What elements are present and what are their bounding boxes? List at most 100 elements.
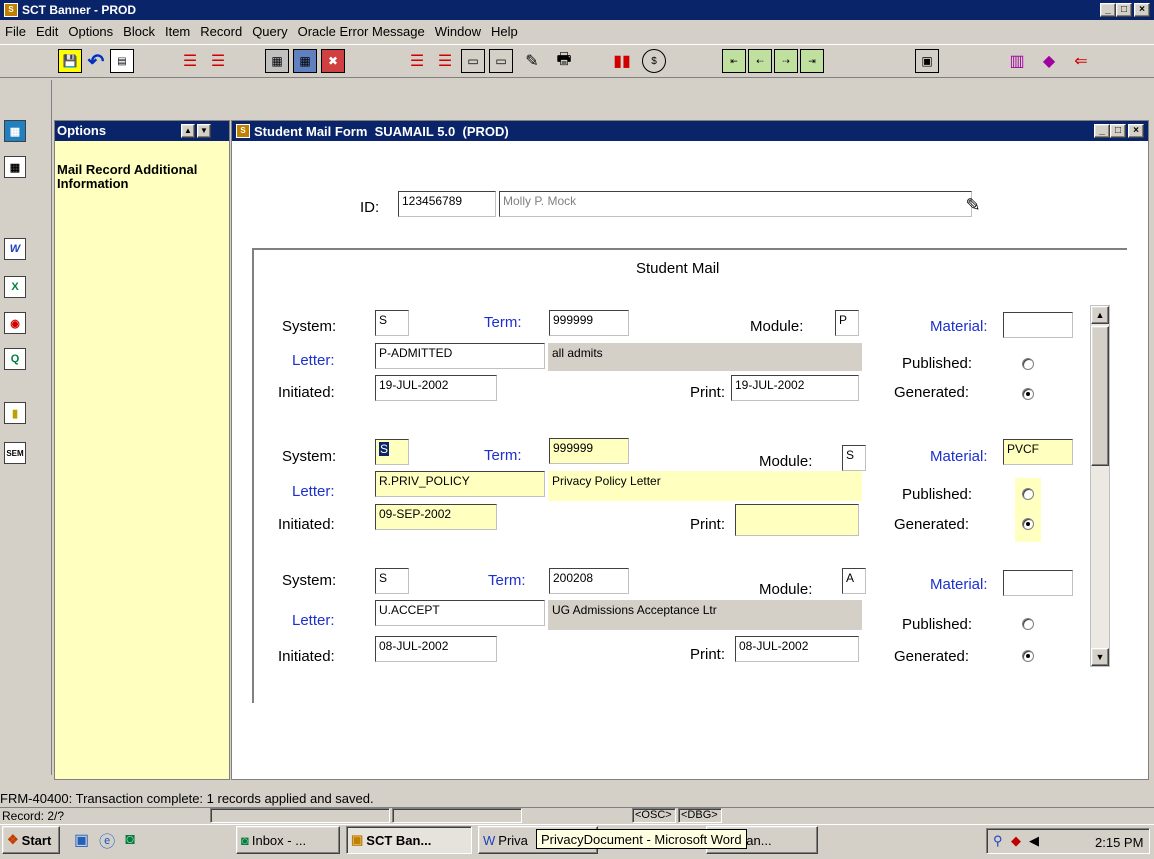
form-title-bar[interactable]: S Student Mail Form SUAMAIL 5.0 (PROD) _…: [232, 121, 1148, 141]
excel-icon[interactable]: X: [4, 276, 26, 298]
ie-icon[interactable]: ⓔ: [99, 828, 115, 852]
material-label[interactable]: Material:: [930, 448, 988, 465]
initiated-field[interactable]: 09-SEP-2002: [375, 504, 497, 530]
print-icon[interactable]: 🖶: [552, 49, 576, 73]
material-field[interactable]: [1003, 570, 1073, 596]
prev-record-icon[interactable]: ☰: [405, 49, 429, 73]
form-maximize-button[interactable]: □: [1110, 124, 1126, 138]
material-label[interactable]: Material:: [930, 318, 988, 335]
delete-record-icon[interactable]: ✖: [321, 49, 345, 73]
print-field[interactable]: 08-JUL-2002: [735, 636, 859, 662]
module-field[interactable]: A: [842, 568, 866, 594]
help-book-icon[interactable]: ◆: [1037, 49, 1061, 73]
minimize-button[interactable]: _: [1100, 3, 1116, 17]
menu-file[interactable]: File: [0, 24, 31, 39]
menu-window[interactable]: Window: [430, 24, 486, 39]
remove-record-icon[interactable]: ▦: [293, 49, 317, 73]
menu-options[interactable]: Options: [63, 24, 118, 39]
menu-block[interactable]: Block: [118, 24, 160, 39]
menu-edit[interactable]: Edit: [31, 24, 63, 39]
module-field[interactable]: P: [835, 310, 859, 336]
app-icon[interactable]: ◙: [125, 831, 135, 849]
term-label[interactable]: Term:: [484, 447, 522, 464]
menu-query[interactable]: Query: [247, 24, 292, 39]
insert-record-icon[interactable]: ▦: [265, 49, 289, 73]
chart-icon[interactable]: ▮▮: [610, 49, 634, 73]
published-radio[interactable]: [1022, 358, 1034, 370]
term-label[interactable]: Term:: [484, 314, 522, 331]
window-icon[interactable]: ▣: [915, 49, 939, 73]
letter-field[interactable]: R.PRIV_POLICY: [375, 471, 545, 497]
search-flashlight-icon[interactable]: ✎: [958, 191, 988, 219]
directory-icon[interactable]: ◉: [4, 312, 26, 334]
print-field[interactable]: [735, 504, 859, 536]
count-query-icon[interactable]: ▭: [461, 49, 485, 73]
next-page-icon[interactable]: ⇢: [774, 49, 798, 73]
menu-help[interactable]: Help: [486, 24, 523, 39]
currency-icon[interactable]: $: [642, 49, 666, 73]
initiated-field[interactable]: 19-JUL-2002: [375, 375, 497, 401]
taskbar-item-inbox[interactable]: ◙ Inbox - ...: [236, 826, 340, 854]
term-field[interactable]: 999999: [549, 310, 629, 336]
options-scroll-up[interactable]: ▲: [181, 124, 195, 138]
letter-label[interactable]: Letter:: [292, 483, 335, 500]
letter-field[interactable]: P-ADMITTED: [375, 343, 545, 369]
letter-field[interactable]: U.ACCEPT: [375, 600, 545, 626]
records-scrollbar[interactable]: ▲ ▼: [1090, 305, 1110, 667]
menu-oracle-error-message[interactable]: Oracle Error Message: [293, 24, 430, 39]
app-title-bar[interactable]: S SCT Banner - PROD _ □ ×: [0, 0, 1154, 20]
sem-icon[interactable]: SEM: [4, 442, 26, 464]
published-radio[interactable]: [1022, 618, 1034, 630]
material-label[interactable]: Material:: [930, 576, 988, 593]
save-icon[interactable]: 💾: [58, 49, 82, 73]
system-field[interactable]: S: [375, 568, 409, 594]
material-field[interactable]: [1003, 312, 1073, 338]
q-globe-icon[interactable]: Q: [4, 348, 26, 370]
word-icon[interactable]: W: [4, 238, 26, 260]
taskbar-item-sct-banner[interactable]: ▣ SCT Ban...: [346, 826, 472, 854]
select-icon[interactable]: ☰: [178, 49, 202, 73]
term-label[interactable]: Term:: [488, 572, 526, 589]
edit-icon[interactable]: ✎: [520, 49, 544, 73]
previous-page-icon[interactable]: ⇠: [748, 49, 772, 73]
module-field[interactable]: S: [842, 445, 866, 471]
exit-door-icon[interactable]: ⇐: [1069, 49, 1093, 73]
calculator-icon[interactable]: ▦: [4, 120, 26, 142]
duplicate-icon[interactable]: ▭: [489, 49, 513, 73]
option-mail-record-additional-info[interactable]: Mail Record Additional Information: [57, 163, 207, 191]
scroll-thumb[interactable]: [1091, 326, 1109, 466]
published-radio[interactable]: [1022, 488, 1034, 500]
id-field[interactable]: 123456789: [398, 191, 496, 217]
rollback-icon[interactable]: ↶: [84, 49, 108, 73]
volume-icon[interactable]: ◀: [1029, 833, 1039, 849]
scroll-down-button[interactable]: ▼: [1091, 648, 1109, 666]
last-record-icon[interactable]: ⇥: [800, 49, 824, 73]
next-record-icon[interactable]: ☰: [433, 49, 457, 73]
generated-radio[interactable]: [1022, 650, 1034, 662]
print-field[interactable]: 19-JUL-2002: [731, 375, 859, 401]
exit-icon[interactable]: ▤: [110, 49, 134, 73]
scroll-up-button[interactable]: ▲: [1091, 306, 1109, 324]
bookshelf-icon[interactable]: ▥: [1005, 49, 1029, 73]
system-field[interactable]: S: [375, 310, 409, 336]
menu-record[interactable]: Record: [195, 24, 247, 39]
system-field[interactable]: S: [375, 439, 409, 465]
desktop-icon[interactable]: ▣: [74, 830, 89, 850]
term-field[interactable]: 200208: [549, 568, 629, 594]
previous-block-icon[interactable]: ☰: [206, 49, 230, 73]
maximize-button[interactable]: □: [1116, 3, 1132, 17]
initiated-field[interactable]: 08-JUL-2002: [375, 636, 497, 662]
generated-radio[interactable]: [1022, 518, 1034, 530]
start-button[interactable]: ❖ Start: [2, 826, 60, 854]
options-scroll-down[interactable]: ▼: [197, 124, 211, 138]
form-close-button[interactable]: ×: [1128, 124, 1144, 138]
close-button[interactable]: ×: [1134, 3, 1150, 17]
material-field[interactable]: PVCF: [1003, 439, 1073, 465]
menu-item[interactable]: Item: [160, 24, 195, 39]
first-record-icon[interactable]: ⇤: [722, 49, 746, 73]
letter-label[interactable]: Letter:: [292, 612, 335, 629]
term-field[interactable]: 999999: [549, 438, 629, 464]
form-minimize-button[interactable]: _: [1094, 124, 1110, 138]
tray-search-icon[interactable]: ⚲: [993, 833, 1003, 849]
building-icon[interactable]: ▮: [4, 402, 26, 424]
